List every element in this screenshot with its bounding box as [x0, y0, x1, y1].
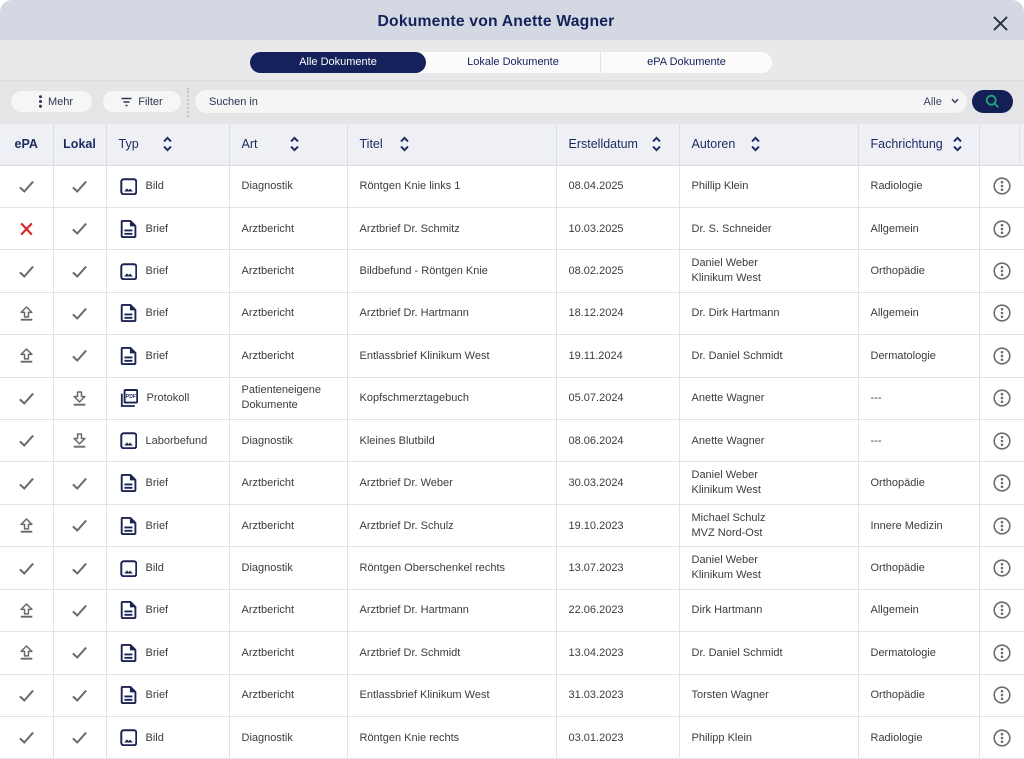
svg-text:PDF: PDF: [126, 394, 136, 400]
